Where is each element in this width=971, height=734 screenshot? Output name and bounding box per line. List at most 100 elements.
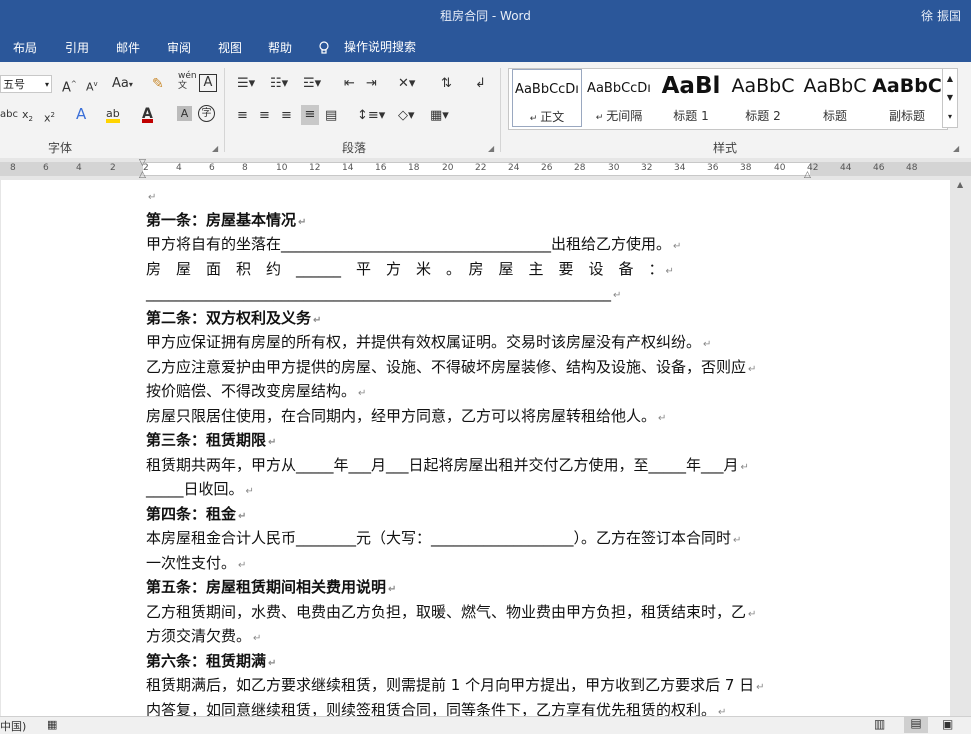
style-heading-2[interactable]: AaBbC 标题 2 (728, 69, 798, 127)
ruler-number: 10 (276, 163, 288, 173)
tab-view[interactable]: 视图 (218, 39, 242, 56)
bullets-icon[interactable]: ☰▾ (237, 75, 255, 93)
horizontal-ruler[interactable]: 8 6 4 2 2 4 6 8 10 12 14 16 18 20 22 24 26 28 30 32 34 36 38 40… (0, 158, 971, 180)
body-paragraph[interactable]: 甲方将自有的坐落在_______________________________… (146, 232, 811, 260)
clear-format-icon[interactable]: ✎ (152, 75, 164, 93)
more-styles-icon[interactable]: ▾ (943, 107, 957, 126)
subscript-icon[interactable]: x2 (22, 106, 33, 124)
paragraph-mark: ↵ (756, 682, 765, 693)
ruler-number: 18 (408, 163, 420, 173)
body-paragraph[interactable]: 租赁期满后，如乙方要求继续租赁，则需提前 1 个月向甲方提出，甲方收到乙方要求后… (146, 673, 811, 701)
print-layout-icon[interactable]: ▤ (904, 716, 928, 733)
ruler-number: 38 (740, 163, 752, 173)
align-center-icon[interactable]: ≡ (259, 107, 270, 125)
scroll-up-icon[interactable]: ▲ (957, 180, 963, 189)
ruler-number: 30 (608, 163, 620, 173)
ruler-number: 2 (110, 163, 116, 173)
read-mode-icon[interactable]: ▥ (874, 717, 885, 731)
body-paragraph[interactable]: 方须交清欠费。 ↵ (146, 624, 811, 652)
font-color-icon[interactable]: A (142, 105, 153, 123)
body-paragraph[interactable]: _____日收回。 ↵ (146, 477, 811, 505)
first-line-indent-marker[interactable]: ▽ (139, 158, 146, 168)
shading-icon[interactable]: ◇▾ (398, 107, 415, 125)
right-indent-marker[interactable]: △ (804, 170, 811, 180)
web-layout-icon[interactable]: ▣ (942, 717, 953, 731)
document-area[interactable]: ↵ 第一条：房屋基本情况 ↵ 甲方将自有的坐落在___________________… (0, 180, 971, 716)
sort-icon[interactable]: ⇅ (441, 75, 452, 93)
document-page[interactable]: ↵ 第一条：房屋基本情况 ↵ 甲方将自有的坐落在___________________… (1, 180, 950, 716)
align-right-icon[interactable]: ≡ (281, 107, 292, 125)
paragraph-text: 房 屋 面 积 约 ______ 平 方 米 。 房 屋 主 要 设 备 ： (146, 260, 664, 278)
style-name: 标题 (822, 109, 847, 123)
paragraph-mark: ↵ (673, 241, 682, 252)
line-spacing-icon[interactable]: ↕≡▾ (357, 107, 385, 125)
status-bar: 中国) ▦ ▥ ▤ ▣ (0, 716, 971, 734)
language-indicator[interactable]: 中国) (0, 718, 26, 734)
enclose-char-icon[interactable]: 字 (198, 105, 215, 122)
multilevel-list-icon[interactable]: ☲▾ (303, 75, 321, 93)
style-title[interactable]: AaBbC 标题 (800, 69, 870, 127)
styles-gallery: AaBbCcDı ↵ 正文 AaBbCcDı ↵ 无间隔 AaBl 标题 1 A… (508, 68, 948, 130)
borders-icon[interactable]: ▦▾ (430, 107, 449, 125)
dialog-launcher-icon[interactable]: ◢ (488, 140, 494, 158)
style-subtitle[interactable]: AaBbC 副标题 (872, 69, 942, 127)
show-marks-icon[interactable]: ↲ (475, 75, 486, 93)
tab-mailings[interactable]: 邮件 (116, 39, 140, 56)
highlight-icon[interactable]: ab (106, 105, 120, 123)
dialog-launcher-icon[interactable]: ◢ (212, 140, 218, 158)
shrink-font-icon[interactable]: Av (86, 75, 98, 94)
tell-me-search[interactable]: 操作说明搜索 (318, 38, 416, 55)
grow-font-icon[interactable]: A^ (62, 75, 77, 95)
tab-review[interactable]: 审阅 (167, 39, 191, 56)
tab-references[interactable]: 引用 (65, 39, 89, 56)
body-paragraph[interactable]: 甲方应保证拥有房屋的所有权，并提供有效权属证明。交易时该房屋没有产权纠纷。 ↵ (146, 330, 811, 358)
style-normal[interactable]: AaBbCcDı ↵ 正文 (512, 69, 582, 127)
paragraph-text: ________________________________________… (146, 284, 611, 302)
font-size-combo[interactable]: 五号 ▾ (0, 75, 52, 93)
hanging-indent-marker[interactable]: △ (139, 170, 146, 180)
body-paragraph[interactable]: 内答复，如同意继续租赁，则续签租赁合同，同等条件下，乙方享有优先租赁的权利。 ↵ (146, 698, 811, 716)
char-border-icon[interactable]: A (199, 74, 217, 92)
strikethrough-icon[interactable]: abc (0, 106, 18, 124)
superscript-icon[interactable]: x2 (44, 106, 55, 125)
align-left-icon[interactable]: ≡ (237, 107, 248, 125)
paragraph-text: 内答复，如同意继续租赁，则续签租赁合同，同等条件下，乙方享有优先租赁的权利。 (146, 701, 717, 716)
phonetic-guide-icon[interactable]: wén 文 (178, 71, 197, 91)
asian-layout-icon[interactable]: ✕▾ (398, 75, 415, 93)
paragraph-mark: ↵ (268, 658, 277, 669)
user-name[interactable]: 徐 振国 (921, 7, 961, 24)
tab-layout[interactable]: 布局 (13, 39, 37, 56)
numbering-icon[interactable]: ☷▾ (270, 75, 288, 93)
distributed-icon[interactable]: ▤ (325, 107, 337, 125)
paragraph-text: 一次性支付。 (146, 554, 237, 572)
decrease-indent-icon[interactable]: ⇤ (344, 75, 355, 93)
paragraph-text: 甲方应保证拥有房屋的所有权，并提供有效权属证明。交易时该房屋没有产权纠纷。 (146, 333, 702, 351)
justify-icon[interactable]: ≡ (301, 105, 319, 125)
paragraph-text: 第六条：租赁期满 (146, 652, 267, 670)
body-paragraph[interactable]: ↵ (146, 183, 811, 211)
tab-help[interactable]: 帮助 (268, 39, 292, 56)
section-heading[interactable]: 第三条：租赁期限 ↵ (146, 428, 811, 456)
text-effects-icon[interactable]: A (76, 105, 86, 123)
paragraph-mark: ↵ (268, 437, 277, 448)
paragraph-text: 按价赔偿、不得改变房屋结构。 (146, 382, 357, 400)
paragraph-text: 乙方应注意爱护由甲方提供的房屋、设施、不得破坏房屋装修、结构及设施、设备，否则应 (146, 358, 747, 376)
vertical-scrollbar[interactable]: ▲ (952, 180, 971, 716)
style-no-spacing[interactable]: AaBbCcDı ↵ 无间隔 (584, 69, 654, 127)
chevron-up-icon[interactable]: ▲ (943, 69, 957, 88)
style-heading-1[interactable]: AaBl 标题 1 (656, 69, 726, 127)
char-shading-icon[interactable]: A (177, 106, 192, 121)
macro-record-icon[interactable]: ▦ (47, 718, 57, 731)
change-case-button[interactable]: Aa▾ (112, 75, 133, 93)
increase-indent-icon[interactable]: ⇥ (366, 75, 377, 93)
dialog-launcher-icon[interactable]: ◢ (953, 140, 959, 158)
styles-scroll[interactable]: ▲ ▼ ▾ (942, 68, 958, 128)
section-heading[interactable]: 第五条：房屋租赁期间相关费用说明 ↵ (146, 575, 811, 603)
body-paragraph[interactable]: 本房屋租金合计人民币________元（大写：_________________… (146, 526, 811, 554)
ruler-number: 4 (76, 163, 82, 173)
body-paragraph[interactable]: 按价赔偿、不得改变房屋结构。 ↵ (146, 379, 811, 407)
body-paragraph[interactable]: ________________________________________… (146, 281, 811, 309)
ruler-right-margin (810, 162, 971, 176)
ruler-number: 6 (209, 163, 215, 173)
chevron-down-icon[interactable]: ▼ (943, 88, 957, 107)
